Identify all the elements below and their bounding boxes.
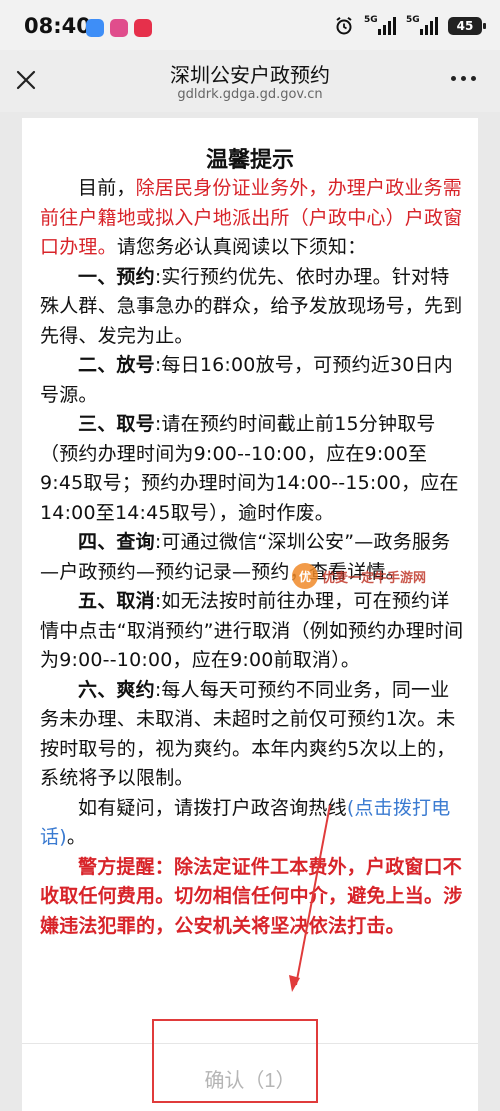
- app-notification-icon: [86, 19, 104, 37]
- page-url: gdldrk.gdga.gd.gov.cn: [177, 87, 323, 102]
- alarm-icon: [336, 16, 352, 35]
- watermark-logo-icon: 优: [292, 563, 318, 589]
- notice-content: 目前，除居民身份证业务外，办理户政业务需前往户籍地或拟入户地派出所（户政中心）户…: [40, 174, 464, 941]
- intro-paragraph: 目前，除居民身份证业务外，办理户政业务需前往户籍地或拟入户地派出所（户政中心）户…: [40, 177, 463, 258]
- watermark: 优 优麦一定牛手游网: [292, 563, 426, 589]
- status-bar: 08:40 5G 5G 45: [0, 0, 500, 50]
- notice-modal: 温馨提示 目前，除居民身份证业务外，办理户政业务需前往户籍地或拟入户地派出所（户…: [22, 118, 478, 1111]
- battery-icon: 45: [448, 17, 486, 35]
- modal-title: 温馨提示: [205, 148, 294, 173]
- annotation-box: [152, 1019, 318, 1103]
- app-notification-icon: [110, 19, 128, 37]
- browser-nav-bar: 深圳公安户政预约 gdldrk.gdga.gd.gov.cn: [0, 50, 500, 112]
- status-indicators: 5G 5G 45: [334, 14, 486, 38]
- rule-item: 二、放号:每日16:00放号，可预约近30日内号源。: [40, 354, 453, 406]
- police-warning: 警方提醒：除法定证件工本费外，户政窗口不收取任何费用。切勿相信任何中介，避免上当…: [40, 855, 463, 937]
- more-options-icon[interactable]: [451, 76, 476, 81]
- hotline-paragraph: 如有疑问，请拨打户政咨询热线(点击拨打电话)。: [40, 796, 451, 849]
- rule-item: 五、取消:如无法按时前往办理，可在预约详情中点击“取消预约”进行取消（例如预约办…: [40, 590, 464, 671]
- page-title: 深圳公安户政预约: [170, 63, 330, 87]
- signal-5g-icon: 5G: [406, 15, 438, 35]
- status-time: 08:40: [24, 14, 91, 38]
- rule-item: 六、爽约:每人每天可预约不同业务，同一业务未办理、未取消、未超时之前仅可预约1次…: [40, 678, 456, 790]
- signal-5g-icon: 5G: [364, 15, 396, 35]
- app-notification-icon: [134, 19, 152, 37]
- watermark-text: 优麦一定牛手游网: [322, 570, 427, 586]
- rule-item: 三、取号:请在预约时间截止前15分钟取号（预约办理时间为9:00--10:00，…: [40, 413, 459, 524]
- rule-item: 一、预约:实行预约优先、依时办理。针对特殊人群、急事急办的群众，给予发放现场号，…: [40, 265, 463, 347]
